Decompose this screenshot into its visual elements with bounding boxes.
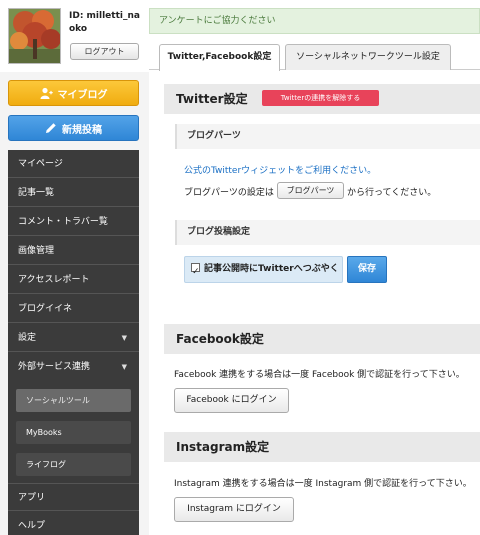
nav-item-settings[interactable]: 設定 ▼ [8, 324, 139, 352]
nav-item-help[interactable]: ヘルプ [8, 512, 139, 535]
new-post-button[interactable]: 新規投稿 [8, 115, 139, 141]
facebook-login-button[interactable]: Facebook にログイン [174, 388, 289, 413]
chevron-down-icon: ▼ [121, 363, 127, 371]
nav-item-apps[interactable]: アプリ [8, 483, 139, 511]
pencil-icon [46, 123, 56, 133]
instagram-section-title: Instagram設定 [164, 432, 480, 462]
nav-item-access-report[interactable]: アクセスレポート [8, 266, 139, 294]
nav-label: 画像管理 [18, 246, 55, 256]
twitter-section-title: Twitter設定 Twitterの連携を解除する [164, 84, 480, 114]
main-content: アンケートにご協力ください Twitter,Facebook設定 ソーシャルネッ… [149, 0, 480, 535]
myblog-label: マイブログ [57, 89, 108, 101]
nav-label: ヘルプ [18, 521, 46, 531]
chevron-down-icon: ▼ [121, 334, 127, 342]
nav-label: 外部サービス連携 [18, 362, 91, 372]
logout-button[interactable]: ログアウト [70, 43, 139, 60]
twitter-widget-link[interactable]: 公式のTwitterウィジェットをご利用ください。 [184, 163, 376, 176]
instagram-login-button[interactable]: Instagram にログイン [174, 497, 294, 522]
tweet-on-publish-label: 記事公開時にTwitterへつぶやく [204, 264, 339, 274]
facebook-description: Facebook 連携をする場合は一度 Facebook 側で認証を行って下さい… [174, 370, 465, 380]
twitter-title-text: Twitter設定 [176, 92, 248, 106]
blogparts-subtitle: ブログパーツ [175, 124, 480, 149]
sub-item-social-tools[interactable]: ソーシャルツール [16, 389, 131, 412]
new-post-label: 新規投稿 [62, 124, 102, 136]
blogparts-suffix-text: から行ってください。 [347, 188, 437, 198]
nav-label: コメント・トラバー覧 [18, 217, 108, 227]
nav-item-comments[interactable]: コメント・トラバー覧 [8, 208, 139, 236]
instagram-description: Instagram 連携をする場合は一度 Instagram 側で認証を行って下… [174, 479, 472, 489]
blogparts-button[interactable]: ブログパーツ [277, 182, 344, 199]
tab-bar: Twitter,Facebook設定 ソーシャルネットワークツール設定 [149, 40, 480, 71]
nav-label: ブログイイネ [18, 304, 73, 314]
blogparts-prefix-text: ブログパーツの設定は [184, 188, 274, 198]
nav-label: 設定 [18, 333, 37, 343]
profile-panel: ID: milletti_naoko ログアウト [0, 0, 149, 72]
nav-item-images[interactable]: 画像管理 [8, 237, 139, 265]
myblog-button[interactable]: マイブログ [8, 80, 139, 106]
tweet-on-publish-checkbox[interactable]: 記事公開時にTwitterへつぶやく [184, 256, 343, 285]
nav-label: アプリ [18, 493, 46, 503]
sub-item-lifelog[interactable]: ライフログ [16, 453, 131, 476]
nav-label: アクセスレポート [18, 275, 90, 285]
sub-item-mybooks[interactable]: MyBooks [16, 421, 131, 444]
avatar[interactable] [8, 8, 61, 64]
sidebar-nav: マイページ 記事一覧 コメント・トラバー覧 画像管理 アクセスレポート ブログイ… [8, 150, 139, 535]
save-button[interactable]: 保存 [347, 256, 387, 283]
person-plus-icon [40, 87, 53, 99]
twitter-unlink-button[interactable]: Twitterの連携を解除する [262, 90, 379, 106]
facebook-section-title: Facebook設定 [164, 324, 480, 354]
checkbox-checked-icon[interactable] [191, 260, 200, 285]
nav-item-external-services[interactable]: 外部サービス連携 ▼ [8, 353, 139, 381]
user-id: ID: milletti_naoko [69, 11, 140, 34]
tab-twitter-facebook[interactable]: Twitter,Facebook設定 [159, 44, 280, 71]
tab-social-network-tools[interactable]: ソーシャルネットワークツール設定 [285, 44, 451, 70]
blog-post-settings-subtitle: ブログ投稿設定 [175, 220, 480, 245]
nav-label: 記事一覧 [18, 188, 55, 198]
nav-item-articles[interactable]: 記事一覧 [8, 179, 139, 207]
nav-item-mypage[interactable]: マイページ [8, 150, 139, 178]
nav-label: マイページ [18, 159, 63, 169]
sidebar: ID: milletti_naoko ログアウト マイブログ 新規投稿 マイペー… [0, 0, 149, 535]
survey-notice[interactable]: アンケートにご協力ください [149, 8, 480, 34]
nav-item-blog-like[interactable]: ブログイイネ [8, 295, 139, 323]
